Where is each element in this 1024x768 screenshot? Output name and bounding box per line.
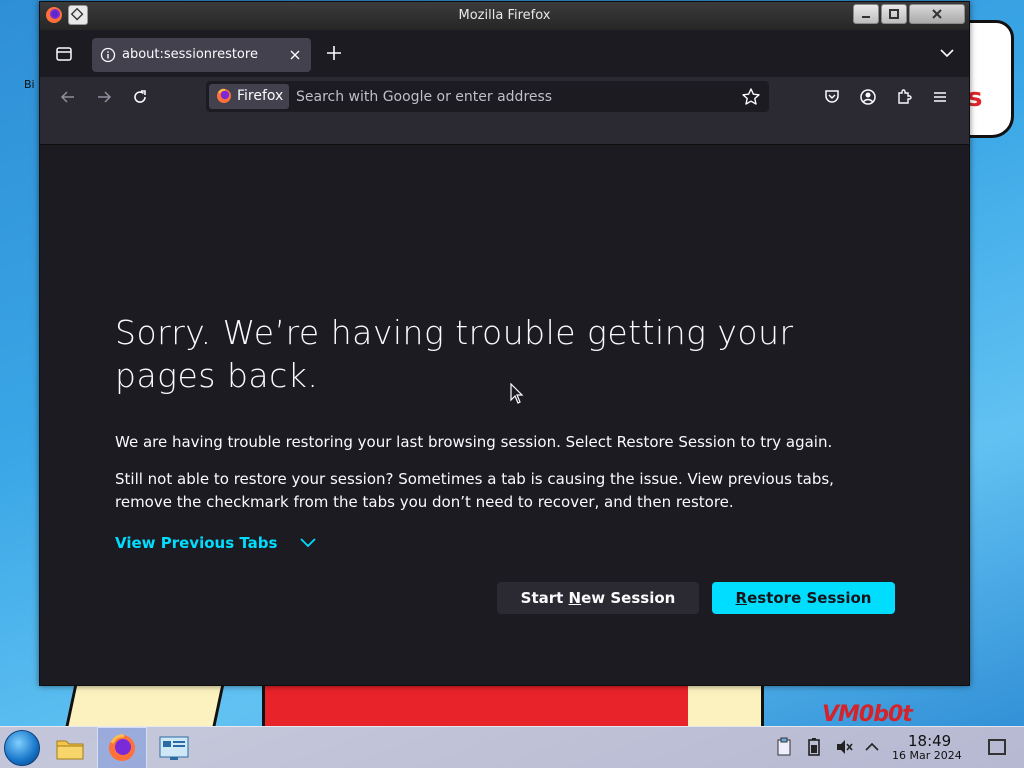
browser-window: Mozilla Firefox about:sessionrestore Fir…: [39, 1, 970, 686]
clock-time[interactable]: 18:49: [908, 732, 951, 750]
pocket-button[interactable]: [820, 85, 844, 109]
control-panel-icon: [159, 736, 189, 760]
minimize-icon: [862, 16, 870, 18]
clock-date[interactable]: 16 Mar 2024: [892, 749, 962, 762]
clipboard-icon[interactable]: [774, 737, 794, 757]
firefox-view-button[interactable]: [50, 40, 78, 68]
pocket-icon: [825, 90, 839, 103]
close-tab-icon[interactable]: [287, 47, 303, 63]
arrow-right-icon: [98, 91, 112, 103]
url-bar[interactable]: Firefox: [206, 81, 769, 112]
button-text: ew Session: [581, 589, 676, 607]
firefox-view-icon: [56, 47, 72, 61]
file-manager-launcher[interactable]: [52, 730, 88, 766]
app-menu-button[interactable]: [928, 85, 952, 109]
view-previous-tabs-toggle[interactable]: View Previous Tabs: [115, 534, 317, 552]
restore-session-button[interactable]: Restore Session: [712, 582, 895, 614]
list-all-tabs-icon[interactable]: [937, 43, 957, 63]
battery-icon[interactable]: [804, 737, 824, 757]
account-icon: [860, 89, 876, 105]
chevron-down-icon: [300, 538, 317, 548]
window-title: Mozilla Firefox: [458, 8, 551, 23]
back-button[interactable]: [56, 85, 80, 109]
button-text: estore Session: [747, 589, 872, 607]
desktop-icon-label[interactable]: Bi: [24, 78, 35, 91]
extensions-button[interactable]: [892, 85, 916, 109]
taskbar: 18:49 16 Mar 2024: [0, 726, 1024, 768]
account-button[interactable]: [856, 85, 880, 109]
volume-muted-icon[interactable]: [834, 737, 854, 757]
hamburger-menu-icon: [934, 92, 946, 102]
info-icon: [100, 47, 116, 63]
identity-label: Firefox: [237, 88, 284, 104]
show-desktop-button[interactable]: [988, 739, 1006, 755]
start-new-session-button[interactable]: Start New Session: [497, 582, 699, 614]
star-icon[interactable]: [741, 87, 761, 107]
mouse-cursor-icon: [510, 383, 524, 404]
error-description: We are having trouble restoring your las…: [115, 433, 833, 451]
start-menu-button[interactable]: [4, 730, 40, 766]
forward-button[interactable]: [92, 85, 116, 109]
error-help-text: Still not able to restore your session? …: [115, 470, 834, 511]
puzzle-icon: [898, 89, 912, 104]
folder-icon: [56, 740, 84, 760]
button-text: Start: [520, 589, 569, 607]
view-previous-tabs-label: View Previous Tabs: [115, 534, 278, 552]
navigation-toolbar: Firefox: [40, 77, 969, 117]
chevron-up-icon[interactable]: [862, 737, 882, 757]
bookmarks-toolbar: [40, 117, 969, 145]
system-settings-launcher[interactable]: [156, 730, 192, 766]
arrow-left-icon: [60, 91, 74, 103]
reload-icon: [134, 90, 146, 103]
reload-button[interactable]: [128, 85, 152, 109]
firefox-logo-icon: [217, 88, 231, 103]
close-window-button[interactable]: [909, 4, 965, 24]
minimize-button[interactable]: [853, 4, 879, 24]
tab-title: about:sessionrestore: [122, 47, 258, 62]
taskbar-firefox-button[interactable]: [97, 727, 147, 768]
maximize-icon: [889, 9, 899, 19]
tab-sessionrestore[interactable]: about:sessionrestore: [92, 38, 311, 72]
accesskey: N: [568, 589, 582, 607]
window-titlebar[interactable]: Mozilla Firefox: [40, 2, 969, 30]
tab-strip: about:sessionrestore: [40, 30, 969, 77]
session-restore-page: Sorry. We’re having trouble getting your…: [40, 145, 969, 685]
wallpaper-watermark: VM0b0t: [822, 702, 913, 727]
firefox-icon: [109, 734, 135, 761]
close-icon: [932, 9, 942, 19]
maximize-button[interactable]: [881, 4, 907, 24]
address-input[interactable]: [296, 84, 726, 109]
accesskey: R: [735, 589, 748, 607]
identity-box[interactable]: Firefox: [209, 84, 289, 109]
new-tab-icon[interactable]: [322, 41, 346, 65]
